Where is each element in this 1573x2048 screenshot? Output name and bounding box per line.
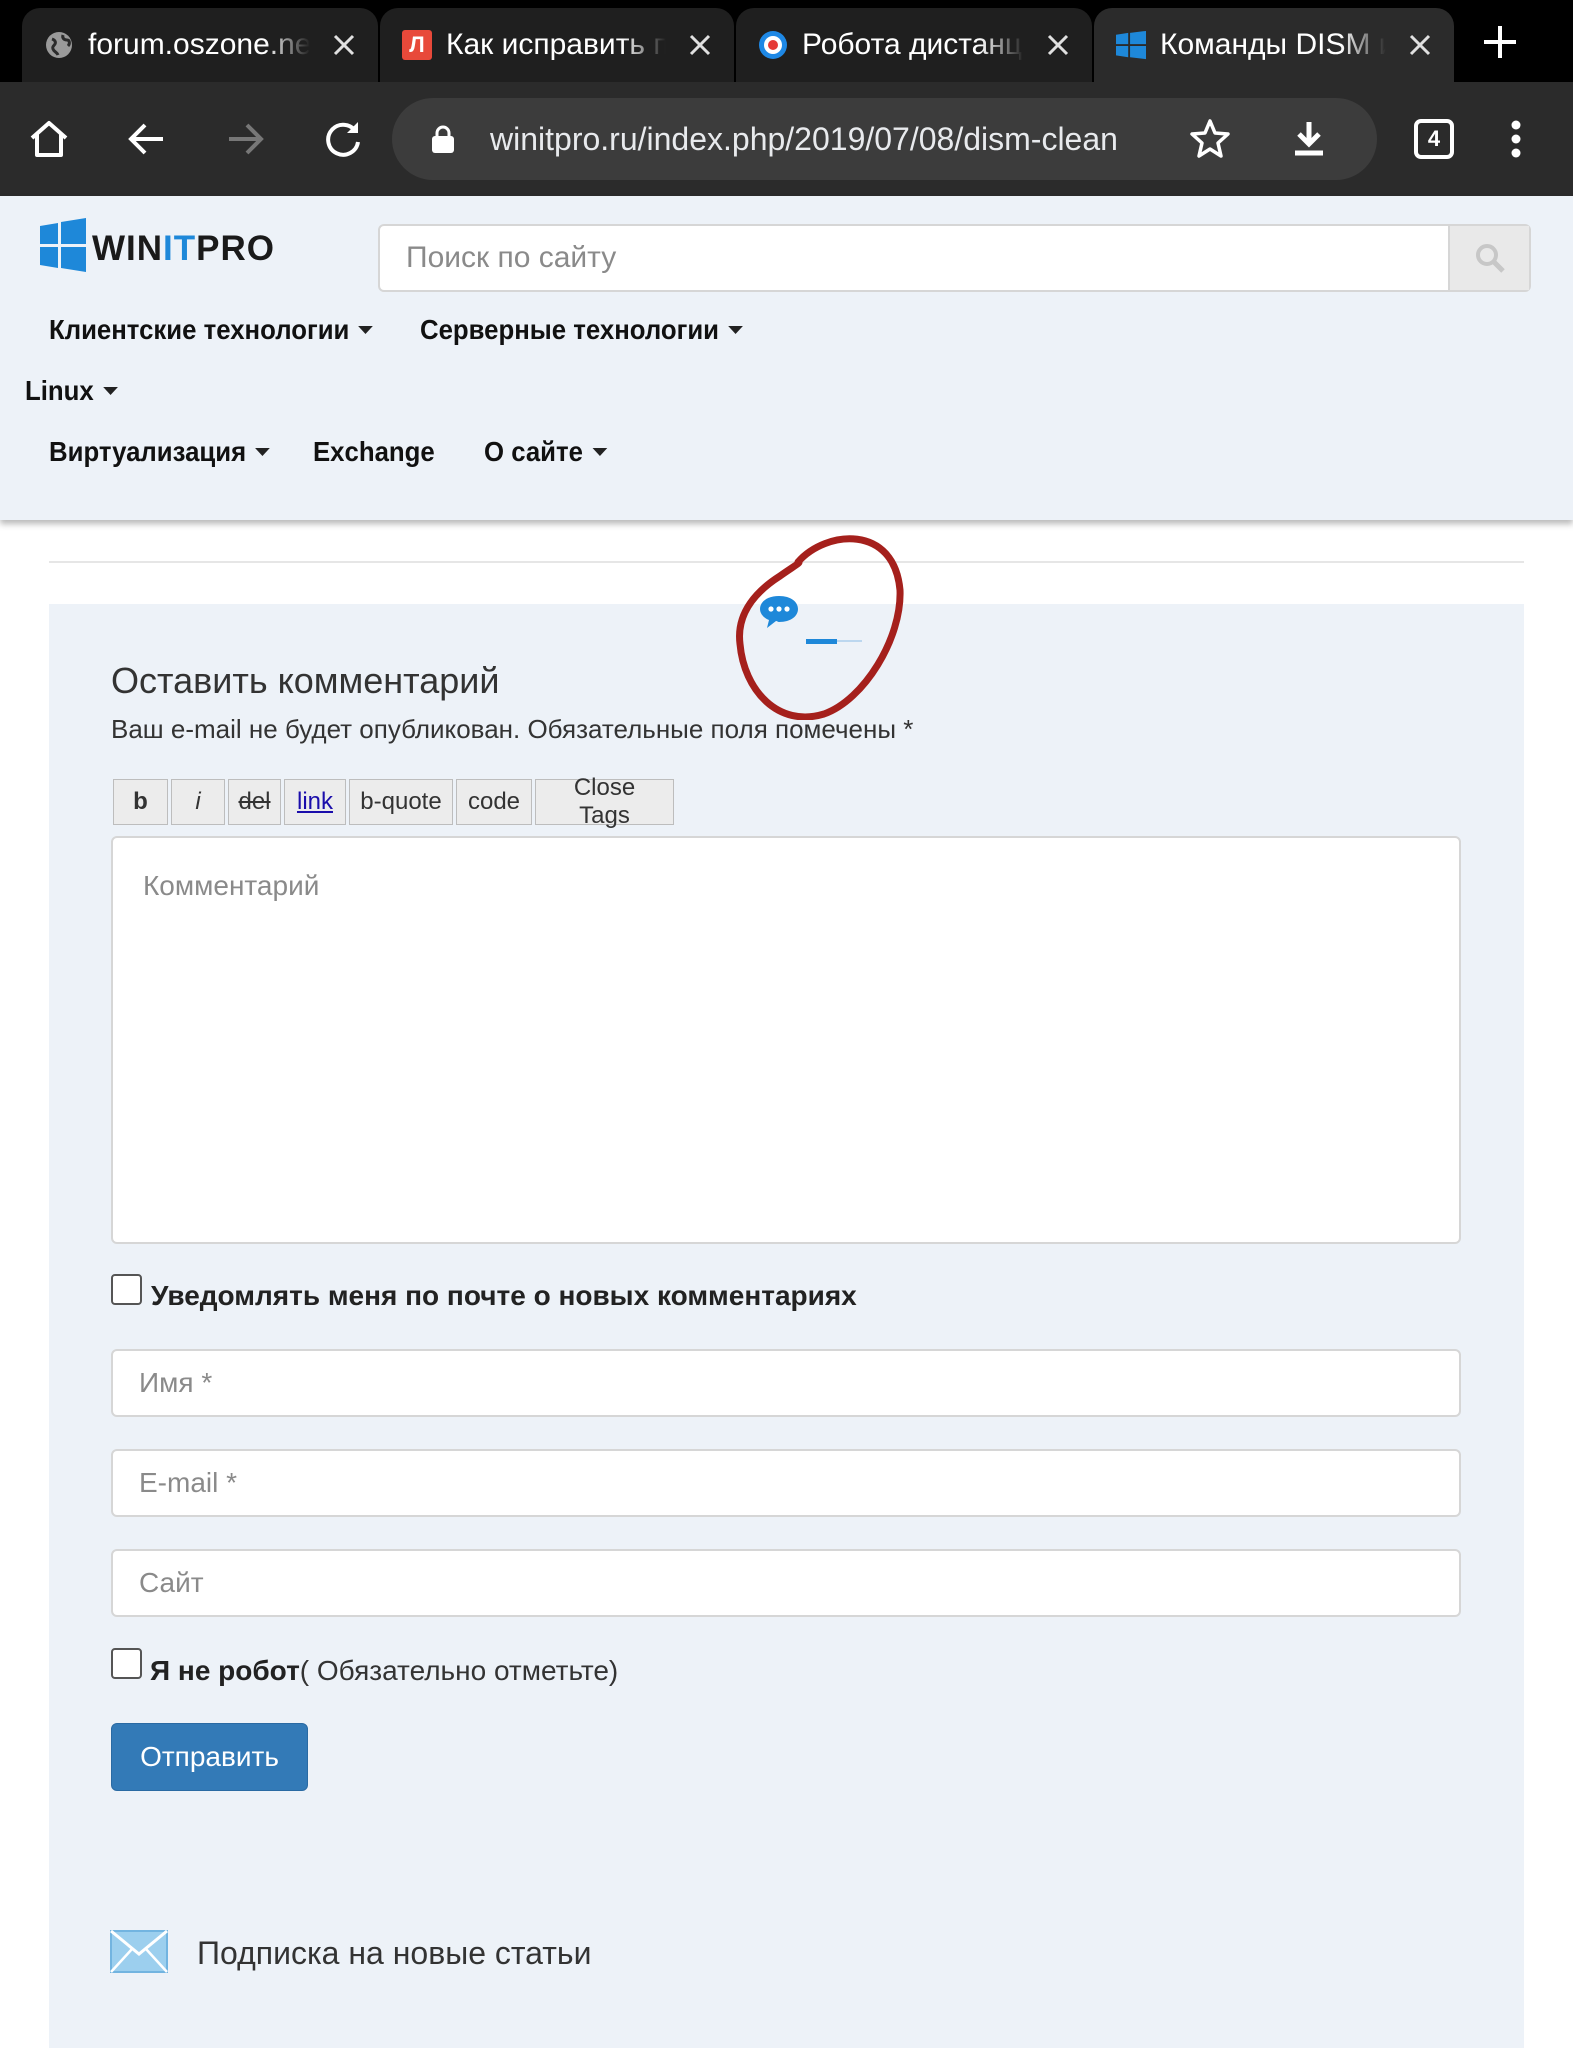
more-menu-icon[interactable] — [1489, 112, 1543, 166]
quicktag-code-button[interactable]: code — [456, 779, 532, 825]
home-icon[interactable] — [22, 112, 76, 166]
back-arrow-icon[interactable] — [120, 112, 174, 166]
red-circle-annotation — [736, 535, 904, 720]
subscription-label[interactable]: Подписка на новые статьи — [197, 1935, 591, 1972]
nav-exchange[interactable]: Exchange — [313, 436, 435, 468]
notify-checkbox[interactable] — [111, 1274, 142, 1305]
not-robot-label-bold: Я не робот — [150, 1655, 300, 1686]
letter-l-icon: Л — [402, 30, 432, 60]
nav-label: Exchange — [313, 436, 435, 467]
close-tab-icon[interactable] — [324, 25, 364, 65]
close-tab-icon[interactable] — [680, 25, 720, 65]
caret-down-icon — [592, 448, 607, 456]
caret-down-icon — [358, 326, 374, 334]
tab-title: forum.oszone.net — [88, 28, 310, 61]
nav-label: Клиентские технологии — [49, 314, 350, 345]
quicktag-link-button[interactable]: link — [284, 779, 346, 825]
nav-label: Виртуализация — [49, 436, 247, 467]
tab-title: Команды DISM и — [1160, 28, 1386, 61]
site-logo[interactable]: WINITPRO — [38, 218, 354, 272]
reload-icon[interactable] — [316, 112, 370, 166]
quicktag-close-tags-button[interactable]: Close Tags — [535, 774, 674, 829]
quicktag-bquote-button[interactable]: b-quote — [349, 779, 453, 825]
not-robot-label[interactable]: Я не робот( Обязательно отметьте) — [150, 1655, 618, 1687]
quicktag-del-button[interactable]: del — [228, 779, 281, 825]
forward-arrow-icon[interactable] — [218, 112, 272, 166]
browser-toolbar: winitpro.ru/index.php/2019/07/08/dism-cl… — [0, 82, 1573, 196]
envelope-icon — [110, 1930, 168, 1973]
name-field[interactable] — [111, 1349, 1461, 1417]
target-icon — [758, 30, 788, 60]
notify-checkbox-label[interactable]: Уведомлять меня по почте о новых коммент… — [151, 1280, 857, 1312]
windows-logo-icon: WINITPRO — [40, 218, 275, 272]
nav-linux[interactable]: Linux — [25, 375, 118, 407]
nav-label: Linux — [25, 375, 94, 406]
nav-label: Серверные технологии — [420, 314, 720, 345]
download-icon[interactable] — [1282, 112, 1336, 166]
address-bar[interactable]: winitpro.ru/index.php/2019/07/08/dism-cl… — [392, 98, 1377, 180]
caret-down-icon — [728, 326, 743, 334]
globe-icon — [44, 30, 74, 60]
nav-about[interactable]: О сайте — [484, 436, 607, 468]
required-fields-note: Ваш e-mail не будет опубликован. Обязате… — [111, 714, 914, 744]
browser-tab-3[interactable]: Робота дистанці — [736, 8, 1092, 82]
lock-icon[interactable] — [430, 124, 456, 154]
comment-textarea[interactable] — [111, 836, 1461, 1244]
website-field[interactable] — [111, 1549, 1461, 1617]
nav-client-technologies[interactable]: Клиентские технологии — [49, 314, 374, 346]
favicon-letter: Л — [409, 32, 425, 57]
browser-tab-4-active[interactable]: Команды DISM и — [1094, 8, 1454, 82]
search-button[interactable] — [1448, 226, 1529, 290]
not-robot-checkbox[interactable] — [111, 1648, 142, 1679]
quicktag-bold-button[interactable]: b — [113, 779, 168, 825]
nav-label: О сайте — [484, 436, 583, 467]
submit-comment-button[interactable]: Отправить — [111, 1723, 308, 1791]
browser-tab-strip: forum.oszone.net Л Как исправить п Робот… — [0, 0, 1573, 82]
logo-text: WINITPRO — [92, 229, 275, 268]
tab-title: Как исправить п — [446, 28, 666, 61]
tab-title: Робота дистанці — [802, 28, 1024, 61]
nav-server-technologies[interactable]: Серверные технологии — [420, 314, 743, 346]
windows-icon — [1116, 30, 1146, 60]
nav-virtualization[interactable]: Виртуализация — [49, 436, 271, 468]
search-input[interactable] — [380, 226, 1448, 290]
caret-down-icon — [255, 448, 271, 456]
tab-switcher-button[interactable]: 4 — [1414, 119, 1454, 159]
quicktag-italic-button[interactable]: i — [171, 779, 225, 825]
quicktags-toolbar: b i del link b-quote code Close Tags — [113, 774, 674, 829]
site-search — [378, 224, 1531, 292]
url-text[interactable]: winitpro.ru/index.php/2019/07/08/dism-cl… — [490, 121, 1280, 158]
new-tab-plus-icon[interactable] — [1476, 18, 1524, 66]
browser-tab-2[interactable]: Л Как исправить п — [380, 8, 734, 82]
email-field[interactable] — [111, 1449, 1461, 1517]
site-header: WINITPRO Клиентские технологии Серверные… — [0, 196, 1573, 520]
caret-down-icon — [102, 387, 118, 395]
search-icon — [1475, 244, 1505, 273]
browser-tab-1[interactable]: forum.oszone.net — [22, 8, 378, 82]
star-bookmark-icon[interactable] — [1187, 116, 1233, 162]
not-robot-label-note: ( Обязательно отметьте) — [299, 1655, 619, 1686]
comment-form-title: Оставить комментарий — [111, 660, 500, 701]
close-tab-icon[interactable] — [1038, 25, 1078, 65]
close-tab-icon[interactable] — [1400, 25, 1440, 65]
